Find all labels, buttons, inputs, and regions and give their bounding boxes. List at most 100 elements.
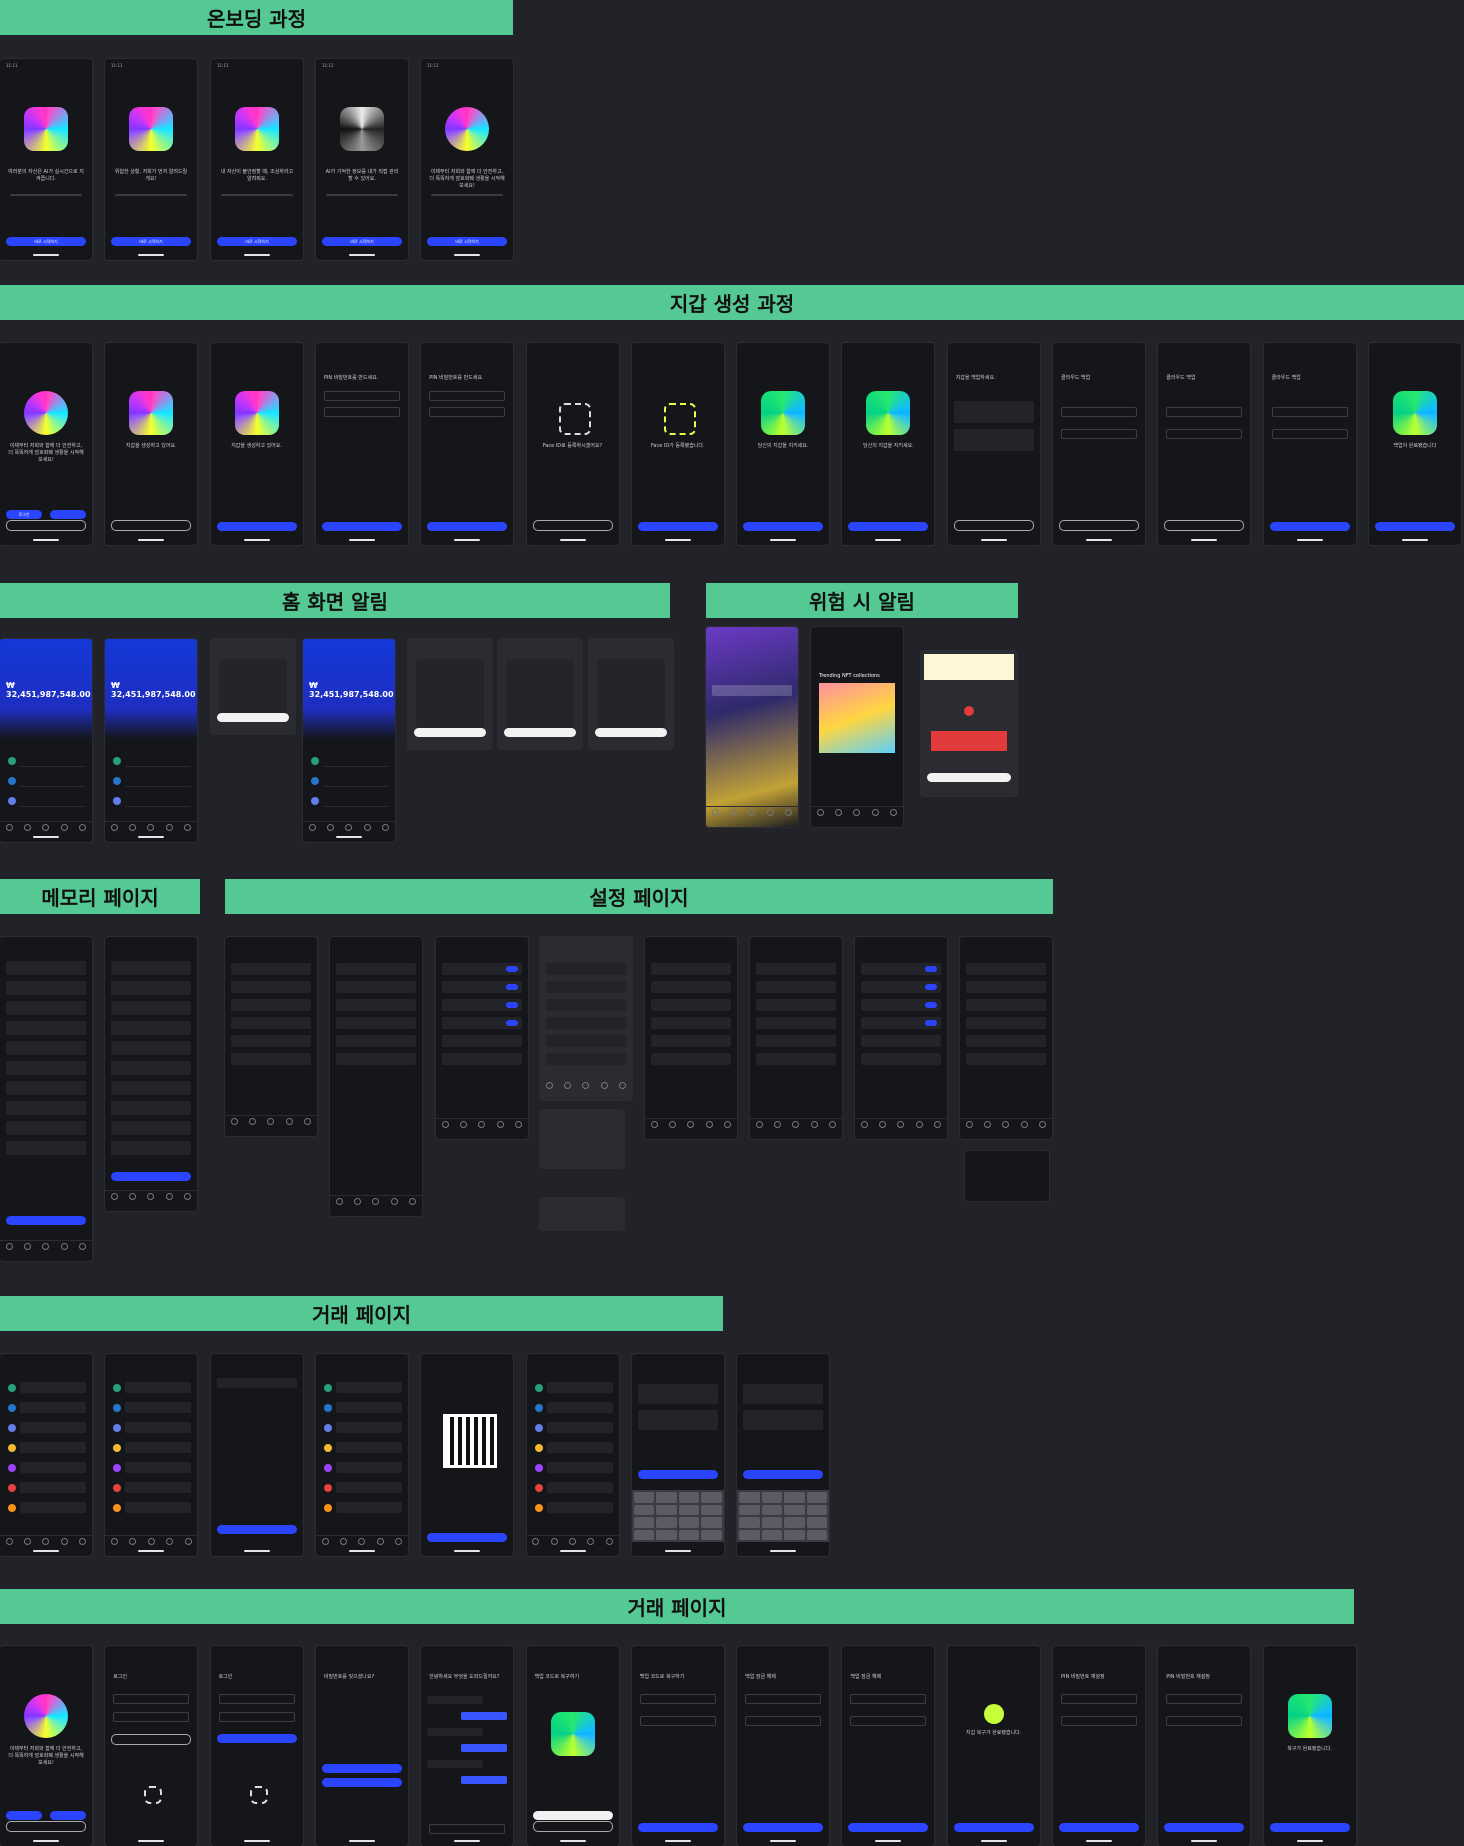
settings-row[interactable]	[966, 1053, 1046, 1065]
primary-button[interactable]	[111, 520, 192, 531]
asset-row[interactable]	[546, 1382, 613, 1393]
exchange-button[interactable]	[637, 1470, 718, 1479]
primary-button[interactable]	[216, 522, 297, 531]
settings-row[interactable]	[651, 999, 731, 1011]
tab-icon[interactable]	[829, 1120, 837, 1128]
settings-row[interactable]	[442, 1035, 522, 1047]
tab-icon[interactable]	[267, 1117, 275, 1125]
tab-icon[interactable]	[650, 1120, 658, 1128]
asset-row[interactable]	[546, 1422, 613, 1433]
tab-icon[interactable]	[129, 1537, 137, 1545]
tab-icon[interactable]	[755, 1120, 763, 1128]
key[interactable]	[784, 1492, 805, 1503]
asset-row[interactable]	[335, 1502, 402, 1513]
settings-row[interactable]	[966, 999, 1046, 1011]
key[interactable]	[678, 1492, 700, 1503]
settings-row[interactable]	[861, 1035, 941, 1047]
key[interactable]	[761, 1529, 783, 1540]
asset-row[interactable]	[20, 1502, 86, 1513]
tab-icon[interactable]	[532, 1537, 540, 1545]
tab-icon[interactable]	[545, 1081, 553, 1089]
password-field[interactable]	[218, 1712, 295, 1722]
tab-icon[interactable]	[897, 1120, 905, 1128]
tab-icon[interactable]	[605, 1537, 613, 1545]
asset-row[interactable]	[335, 1422, 402, 1433]
input-field[interactable]	[850, 1694, 927, 1704]
tab-icon[interactable]	[810, 1120, 818, 1128]
confirm-button[interactable]	[414, 728, 486, 737]
tab-icon[interactable]	[79, 1242, 87, 1250]
memory-row[interactable]	[111, 981, 191, 995]
settings-row[interactable]	[336, 1035, 416, 1047]
input-field[interactable]	[745, 1716, 822, 1726]
tab-icon[interactable]	[147, 1192, 155, 1200]
settings-row[interactable]	[861, 1053, 941, 1065]
settings-row[interactable]	[336, 1017, 416, 1029]
asset-row[interactable]	[335, 1402, 402, 1413]
done-button[interactable]	[1269, 1823, 1350, 1832]
tab-icon[interactable]	[5, 823, 13, 831]
key[interactable]	[761, 1504, 783, 1515]
asset-row[interactable]	[20, 1462, 86, 1473]
tab-icon[interactable]	[165, 1192, 173, 1200]
settings-row[interactable]	[966, 963, 1046, 975]
tab-icon[interactable]	[147, 1537, 155, 1545]
face-id-login-button[interactable]	[6, 520, 86, 531]
pin-field[interactable]	[429, 391, 506, 401]
asset-row[interactable]	[546, 1402, 613, 1413]
key[interactable]	[806, 1504, 828, 1515]
input-field[interactable]	[1166, 1694, 1243, 1704]
asset-row[interactable]	[125, 755, 191, 767]
input-field[interactable]	[1061, 1694, 1137, 1704]
key[interactable]	[633, 1504, 655, 1515]
tab-icon[interactable]	[1002, 1120, 1010, 1128]
tab-icon[interactable]	[816, 808, 824, 816]
backup-option[interactable]	[953, 401, 1034, 423]
input-field[interactable]	[1061, 1716, 1137, 1726]
face-id-login-button[interactable]	[6, 1821, 86, 1832]
tab-icon[interactable]	[354, 1197, 362, 1205]
swap-button[interactable]	[216, 1525, 297, 1534]
memory-row[interactable]	[6, 1101, 86, 1115]
asset-row[interactable]	[125, 1502, 192, 1513]
asset-row[interactable]	[20, 1422, 86, 1433]
login-button[interactable]	[6, 1811, 42, 1820]
memory-row[interactable]	[6, 1141, 86, 1155]
input-field[interactable]	[850, 1716, 927, 1726]
backup-password-field[interactable]	[1061, 407, 1137, 417]
key[interactable]	[701, 1492, 722, 1503]
asset-row[interactable]	[20, 1442, 86, 1453]
password-field[interactable]	[113, 1712, 190, 1722]
input-field[interactable]	[1166, 1716, 1243, 1726]
settings-row[interactable]	[231, 981, 311, 993]
tab-icon[interactable]	[376, 1537, 384, 1545]
settings-row[interactable]	[651, 1053, 731, 1065]
tab-icon[interactable]	[1039, 1120, 1047, 1128]
tab-icon[interactable]	[915, 1120, 923, 1128]
memory-row[interactable]	[111, 1001, 191, 1015]
tab-icon[interactable]	[792, 1120, 800, 1128]
memory-row[interactable]	[6, 1061, 86, 1075]
asset-row[interactable]	[20, 755, 86, 767]
pin-confirm-field[interactable]	[429, 407, 506, 417]
key[interactable]	[784, 1504, 805, 1515]
start-button[interactable]: 바로 시작하기	[217, 237, 297, 246]
key[interactable]	[678, 1517, 700, 1528]
continue-button[interactable]	[953, 1823, 1034, 1832]
backup-password-field[interactable]	[1166, 429, 1243, 439]
primary-button[interactable]	[321, 522, 402, 531]
tab-icon[interactable]	[669, 1120, 677, 1128]
icloud-button[interactable]	[532, 1811, 613, 1820]
tab-icon[interactable]	[409, 1197, 417, 1205]
backup-password-field[interactable]	[1271, 429, 1348, 439]
toggle-switch[interactable]	[925, 1002, 937, 1008]
key[interactable]	[739, 1492, 760, 1503]
pin-field[interactable]	[323, 391, 400, 401]
settings-row[interactable]	[231, 999, 311, 1011]
memory-row[interactable]	[6, 1021, 86, 1035]
key[interactable]	[656, 1517, 677, 1528]
key[interactable]	[678, 1504, 700, 1515]
tab-icon[interactable]	[42, 823, 50, 831]
asset-row[interactable]	[546, 1502, 613, 1513]
tab-icon[interactable]	[339, 1537, 347, 1545]
